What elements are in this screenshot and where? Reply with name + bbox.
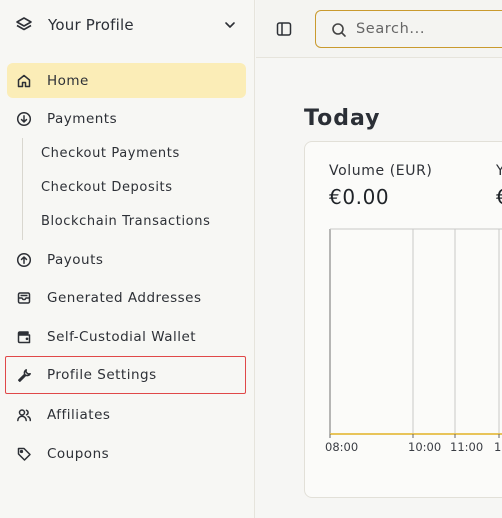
volume-value: €0.00 <box>329 185 390 209</box>
sidebar-subitem-checkout-payments[interactable]: Checkout Payments <box>41 146 180 161</box>
sidebar-item-label: Affiliates <box>47 406 111 423</box>
search-input[interactable] <box>356 19 502 39</box>
top-bar <box>256 0 502 58</box>
sidebar-toggle-icon[interactable] <box>276 21 292 37</box>
wallet-icon <box>17 330 31 343</box>
sidebar-item-payouts[interactable]: Payouts <box>7 242 246 277</box>
sidebar-item-label: Payments <box>47 110 118 127</box>
sidebar-item-label: Payouts <box>47 251 104 268</box>
home-icon <box>17 74 31 87</box>
sidebar-item-profile-settings[interactable]: Profile Settings <box>5 356 246 394</box>
wrench-icon <box>18 369 31 382</box>
sidebar-item-payments[interactable]: Payments <box>7 101 246 136</box>
inbox-icon <box>17 291 31 304</box>
sidebar-subitem-checkout-deposits[interactable]: Checkout Deposits <box>41 180 173 195</box>
secondary-metric-value: € <box>496 185 502 209</box>
search-icon <box>332 23 346 37</box>
sidebar-item-label: Profile Settings <box>47 367 157 383</box>
sidebar-subitem-blockchain-transactions[interactable]: Blockchain Transactions <box>41 214 210 229</box>
x-tick-label: 08:00 <box>325 440 358 454</box>
sidebar-item-label: Coupons <box>47 445 110 462</box>
sidebar-item-label: Self-Custodial Wallet <box>47 328 197 345</box>
sidebar-item-self-custodial-wallet[interactable]: Self-Custodial Wallet <box>7 319 246 354</box>
volume-chart: 08:00 10:00 11:00 12:0 <box>325 224 502 464</box>
page-title: Today <box>304 106 381 131</box>
arrow-down-circle-icon <box>16 111 32 126</box>
x-tick-label: 10:00 <box>408 440 441 454</box>
layers-icon <box>16 17 32 31</box>
sidebar-item-affiliates[interactable]: Affiliates <box>7 397 246 432</box>
sidebar: Your Profile Home Payments Checkout Paym… <box>0 0 255 518</box>
secondary-metric-label: Y <box>496 163 502 179</box>
volume-label: Volume (EUR) <box>329 163 433 179</box>
users-icon <box>17 408 32 421</box>
chevron-down-icon <box>225 22 235 28</box>
volume-chart-svg: 08:00 10:00 11:00 12:0 <box>325 228 502 454</box>
x-tick-label: 11:00 <box>450 440 483 454</box>
submenu-divider <box>22 138 23 240</box>
sidebar-item-label: Generated Addresses <box>47 289 202 306</box>
main-content: Today Volume (EUR) €0.00 Y € 08:00 10:00 1… <box>256 59 502 518</box>
profile-switcher-label: Your Profile <box>48 16 134 34</box>
search-box[interactable] <box>315 10 502 48</box>
profile-switcher[interactable]: Your Profile <box>12 8 244 42</box>
volume-card: Volume (EUR) €0.00 Y € 08:00 10:00 11:00 12… <box>304 141 502 498</box>
sidebar-item-label: Home <box>47 72 89 89</box>
tag-icon <box>17 447 31 461</box>
sidebar-item-home[interactable]: Home <box>7 63 246 98</box>
sidebar-item-generated-addresses[interactable]: Generated Addresses <box>7 280 246 315</box>
arrow-up-circle-icon <box>16 252 32 267</box>
x-tick-label: 12:0 <box>494 440 502 454</box>
sidebar-item-coupons[interactable]: Coupons <box>7 436 246 471</box>
